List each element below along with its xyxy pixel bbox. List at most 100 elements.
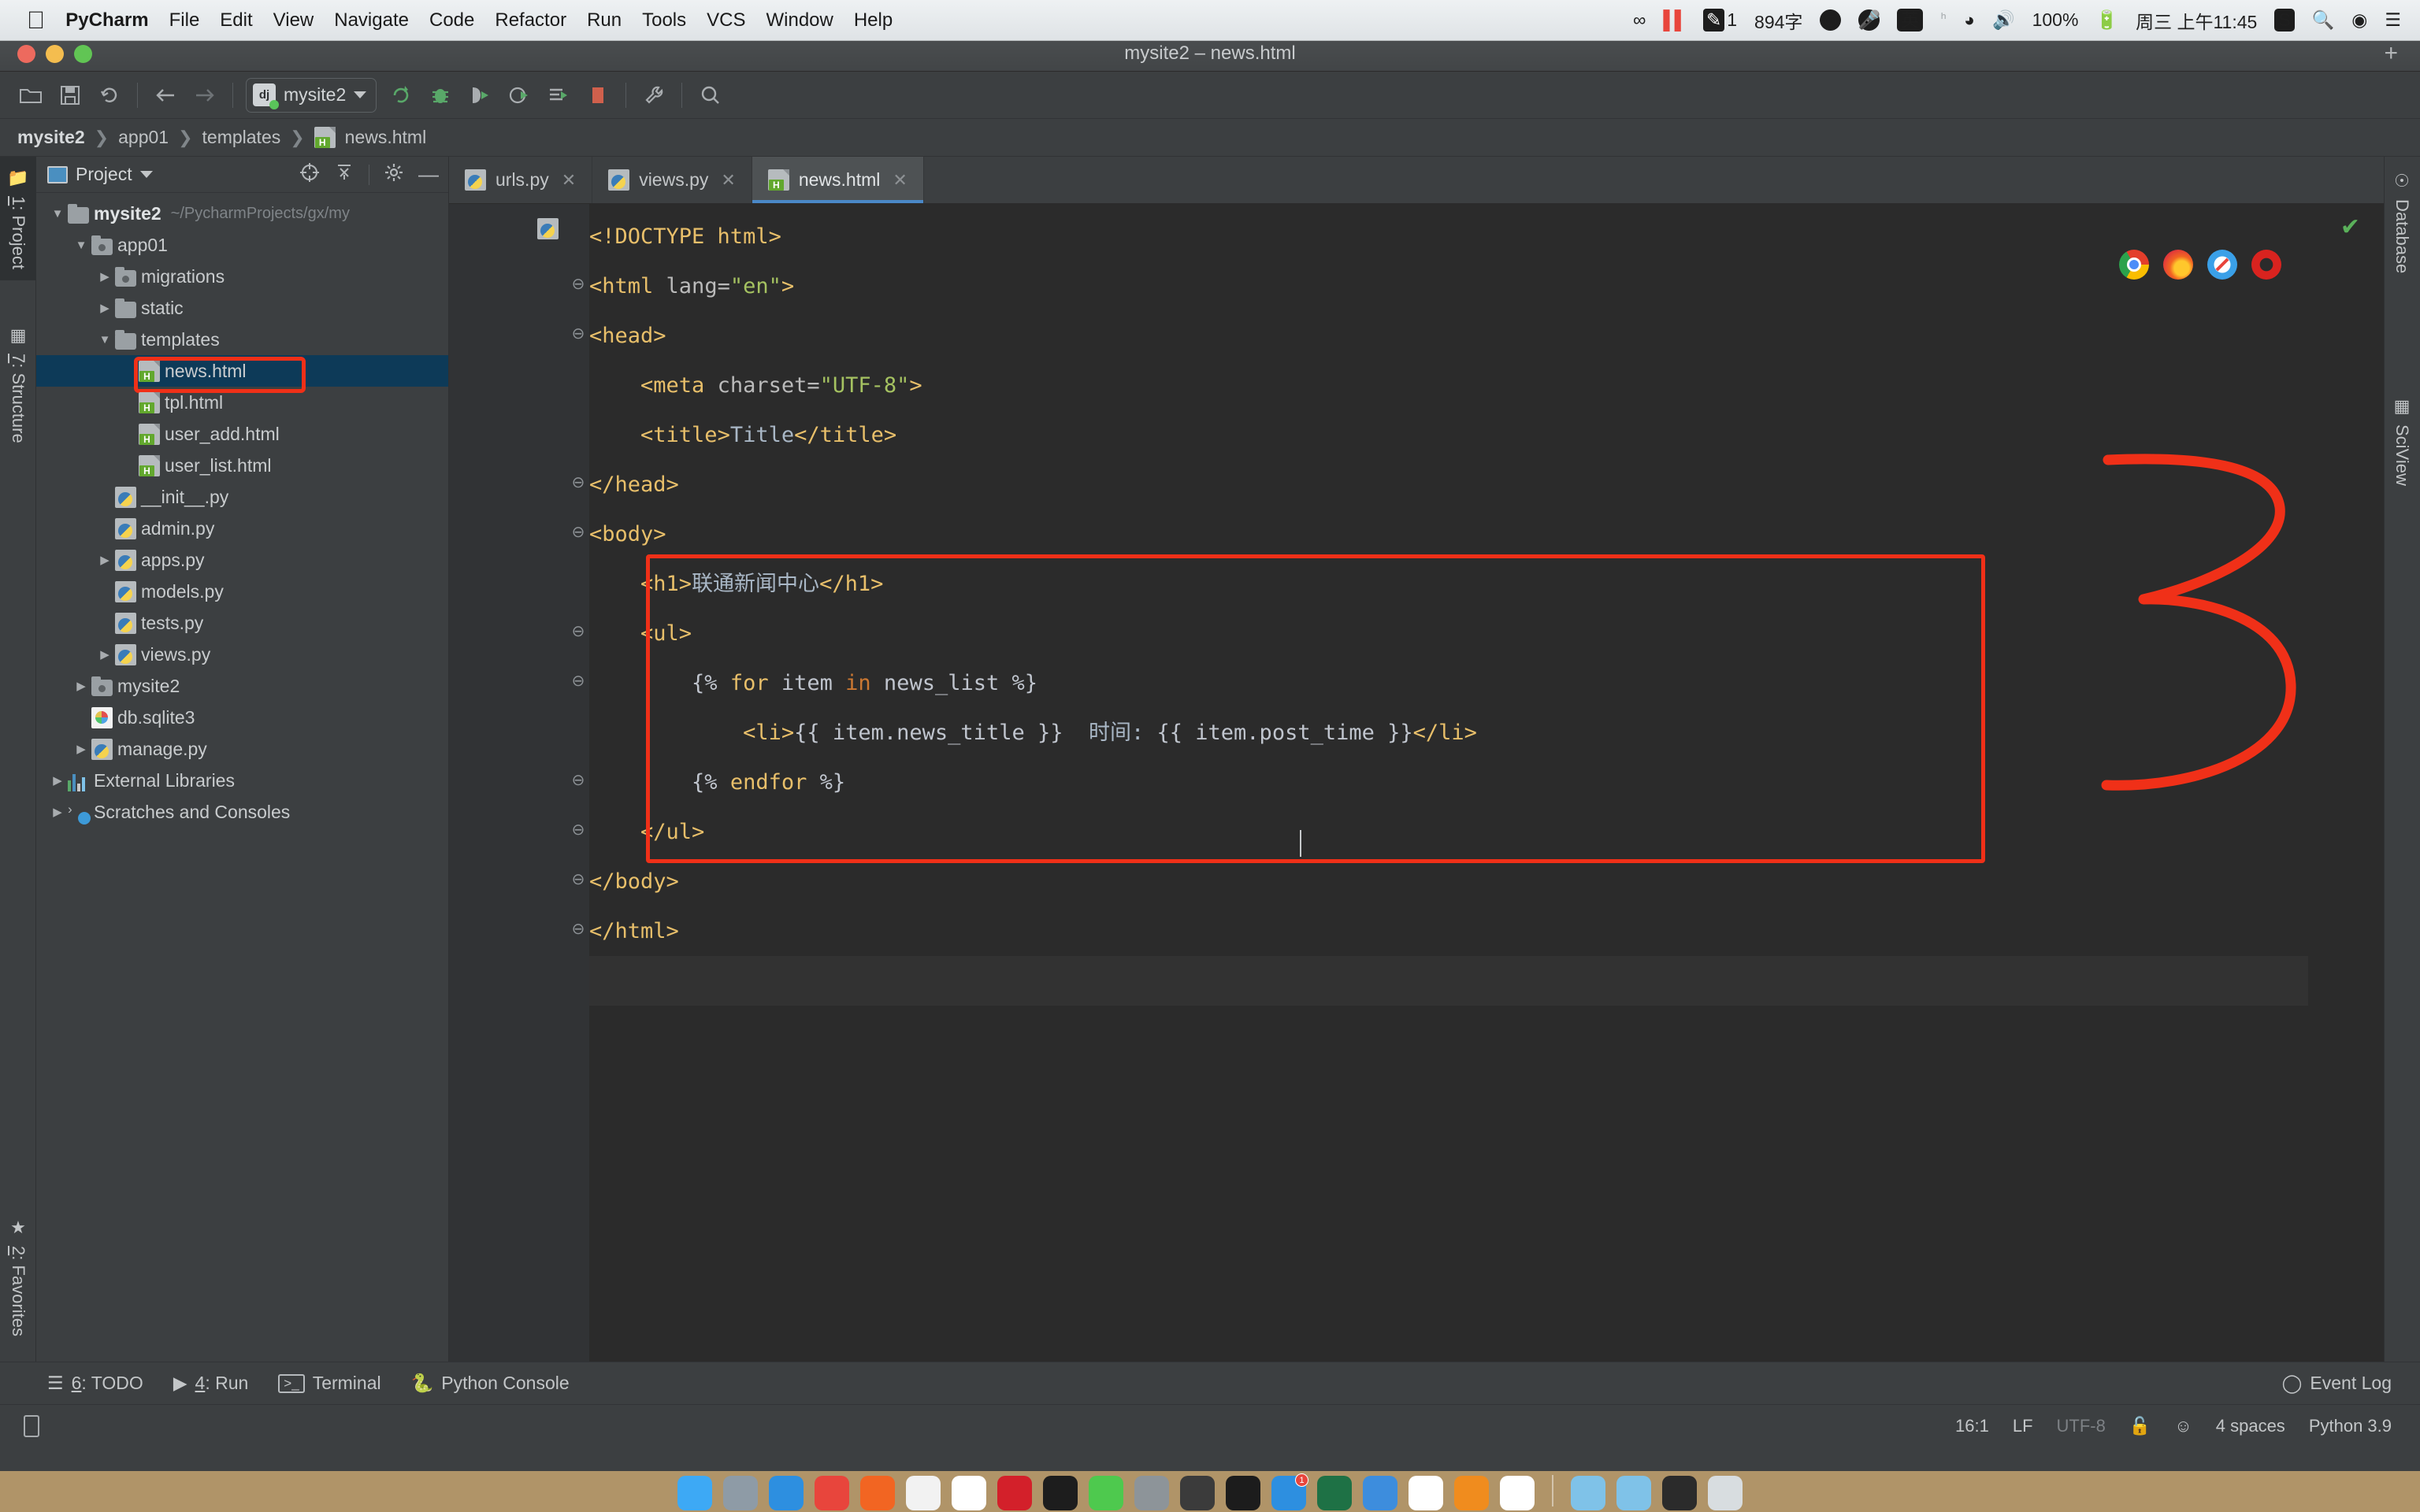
dock-app-calendar[interactable] <box>952 1476 986 1510</box>
menu-item-window[interactable]: Window <box>766 9 833 32</box>
pause-icon[interactable]: ▌▌ <box>1663 9 1687 31</box>
smiley-icon[interactable]: ☺ <box>1820 9 1842 31</box>
target-icon[interactable] <box>299 162 320 187</box>
sogou-icon[interactable]: S <box>2274 9 2295 32</box>
sidebar-item-project[interactable]: 📁 1: Project <box>0 157 36 280</box>
back-icon[interactable] <box>146 77 185 113</box>
dock-app-youdao[interactable] <box>1454 1476 1489 1510</box>
debug-icon[interactable] <box>421 77 460 113</box>
wifi-icon[interactable]: ◕ <box>1964 9 1975 31</box>
editor-scrollbar-gutter[interactable]: ✔ <box>2308 204 2384 1362</box>
menu-item-help[interactable]: Help <box>854 9 893 32</box>
close-window-button[interactable] <box>17 44 35 63</box>
run-with-coverage-icon[interactable] <box>460 77 499 113</box>
battery-charging-icon[interactable]: 🔋 <box>2095 9 2118 31</box>
tree-node-scratches-and-consoles[interactable]: ▶ › Scratches and Consoles <box>36 796 448 828</box>
caret-position[interactable]: 16:1 <box>1955 1416 1989 1436</box>
menu-item-navigate[interactable]: Navigate <box>334 9 409 32</box>
tree-node-manage-py[interactable]: ▶ manage.py <box>36 733 448 765</box>
bluetooth-icon[interactable]: ᑋ <box>1940 9 1947 31</box>
gear-icon[interactable] <box>384 162 404 187</box>
rerun-icon[interactable] <box>381 77 421 113</box>
dock-app-iterm[interactable] <box>1226 1476 1260 1510</box>
tree-node-admin-py[interactable]: admin.py <box>36 513 448 544</box>
fold-marker[interactable]: ⊖ <box>567 472 589 492</box>
input-source-icon[interactable]: 英 <box>1897 9 1924 32</box>
menu-item-code[interactable]: Code <box>429 9 474 32</box>
dock-app-mail[interactable]: 1 <box>1271 1473 1308 1510</box>
mic-icon[interactable]: 🎤 <box>1858 9 1880 31</box>
menu-item-vcs[interactable]: VCS <box>707 9 745 32</box>
control-center-icon[interactable]: ☰ <box>2385 9 2401 31</box>
safari-icon[interactable] <box>2207 250 2237 280</box>
event-log-button[interactable]: ◯ Event Log <box>2282 1373 2392 1394</box>
fold-marker[interactable]: ⊖ <box>567 869 589 889</box>
editor-tab-news-html[interactable]: news.html ✕ <box>752 157 924 203</box>
fold-marker[interactable]: ⊖ <box>567 770 589 790</box>
menu-item-file[interactable]: File <box>169 9 200 32</box>
tree-node---init---py[interactable]: __init__.py <box>36 481 448 513</box>
tree-node-mysite2[interactable]: ▶ mysite2 <box>36 670 448 702</box>
dock-app-safari[interactable] <box>769 1476 804 1510</box>
search-everywhere-icon[interactable] <box>690 77 729 113</box>
settings-wrench-icon[interactable] <box>634 77 674 113</box>
fold-marker[interactable]: ⊖ <box>567 820 589 839</box>
sidebar-item-favorites[interactable]: ★ 2: Favorites <box>0 1206 36 1347</box>
tool-window-python-console[interactable]: 🐍 Python Console <box>411 1373 570 1394</box>
code-text-area[interactable]: <!DOCTYPE html> <html lang="en"> <head> <m… <box>589 204 2308 1362</box>
dock-app-downloads-folder[interactable] <box>1571 1476 1605 1510</box>
tree-node-mysite2[interactable]: ▼ mysite2 ~/PycharmProjects/gx/my <box>36 198 448 229</box>
breadcrumb-item-project[interactable]: mysite2 <box>17 127 85 148</box>
fold-marker[interactable]: ⊖ <box>567 274 589 294</box>
dock-app-keynote[interactable] <box>1134 1476 1169 1510</box>
tree-node-user-list-html[interactable]: user_list.html <box>36 450 448 481</box>
fold-marker[interactable]: ⊖ <box>567 621 589 641</box>
breadcrumb-item-file[interactable]: news.html <box>345 127 427 148</box>
dock-app-firefox[interactable] <box>860 1476 895 1510</box>
python-interpreter[interactable]: Python 3.9 <box>2309 1416 2392 1436</box>
dock-app-sketch[interactable] <box>1500 1476 1535 1510</box>
search-icon[interactable]: 🔍 <box>2312 9 2335 31</box>
new-tab-button[interactable]: + <box>2384 42 2398 65</box>
sidebar-item-sciview[interactable]: ▦ SciView <box>2384 385 2420 497</box>
expand-arrow-icon[interactable]: ▶ <box>95 647 115 662</box>
tree-node-tests-py[interactable]: tests.py <box>36 607 448 639</box>
menu-item-view[interactable]: View <box>273 9 314 32</box>
tool-window-todo[interactable]: ☰ 6: TODO <box>47 1373 143 1394</box>
menu-item-refactor[interactable]: Refactor <box>495 9 566 32</box>
tree-node-apps-py[interactable]: ▶ apps.py <box>36 544 448 576</box>
dock-app-sublime-text[interactable] <box>1180 1476 1215 1510</box>
open-project-icon[interactable] <box>11 77 50 113</box>
expand-arrow-icon[interactable]: ▶ <box>47 805 68 819</box>
dock-app-textedit[interactable] <box>906 1476 941 1510</box>
dock-app-netease-music[interactable] <box>997 1476 1032 1510</box>
fold-marker[interactable]: ⊖ <box>567 919 589 939</box>
dock-app-finder[interactable] <box>677 1476 712 1510</box>
checkmark-icon[interactable]: ✔ <box>2340 213 2360 241</box>
project-file-tree[interactable]: ▼ mysite2 ~/PycharmProjects/gx/my ▼ app01 ▶ mi… <box>36 193 448 1362</box>
firefox-icon[interactable] <box>2163 250 2193 280</box>
tree-node-views-py[interactable]: ▶ views.py <box>36 639 448 670</box>
collapse-arrow-icon[interactable]: ▼ <box>95 333 115 346</box>
forward-icon[interactable] <box>185 77 225 113</box>
word-count-label[interactable]: 894字 <box>1754 7 1802 34</box>
dock-app-chrome[interactable] <box>815 1476 849 1510</box>
minimize-window-button[interactable] <box>46 44 64 63</box>
breadcrumb-item-templates[interactable]: templates <box>202 127 281 148</box>
fold-marker[interactable]: ⊖ <box>567 522 589 542</box>
run-console-icon[interactable] <box>539 77 578 113</box>
collapse-arrow-icon[interactable]: ▼ <box>47 207 68 220</box>
chevron-down-icon[interactable] <box>139 171 153 178</box>
tree-node-tpl-html[interactable]: tpl.html <box>36 387 448 418</box>
dock-app-excel[interactable] <box>1317 1476 1352 1510</box>
expand-arrow-icon[interactable]: ▶ <box>95 269 115 284</box>
dock-app-recent-stack[interactable] <box>1662 1476 1697 1510</box>
expand-arrow-icon[interactable]: ▶ <box>95 301 115 315</box>
tree-node-user-add-html[interactable]: user_add.html <box>36 418 448 450</box>
editor-tab-views-py[interactable]: views.py ✕ <box>592 157 752 203</box>
status-bar-left-icon[interactable] <box>24 1414 39 1437</box>
dock-app-parallels[interactable] <box>1363 1476 1397 1510</box>
dock-app-launchpad[interactable] <box>723 1476 758 1510</box>
volume-icon[interactable]: 🔊 <box>1992 9 2015 31</box>
close-tab-icon[interactable]: ✕ <box>721 170 735 191</box>
